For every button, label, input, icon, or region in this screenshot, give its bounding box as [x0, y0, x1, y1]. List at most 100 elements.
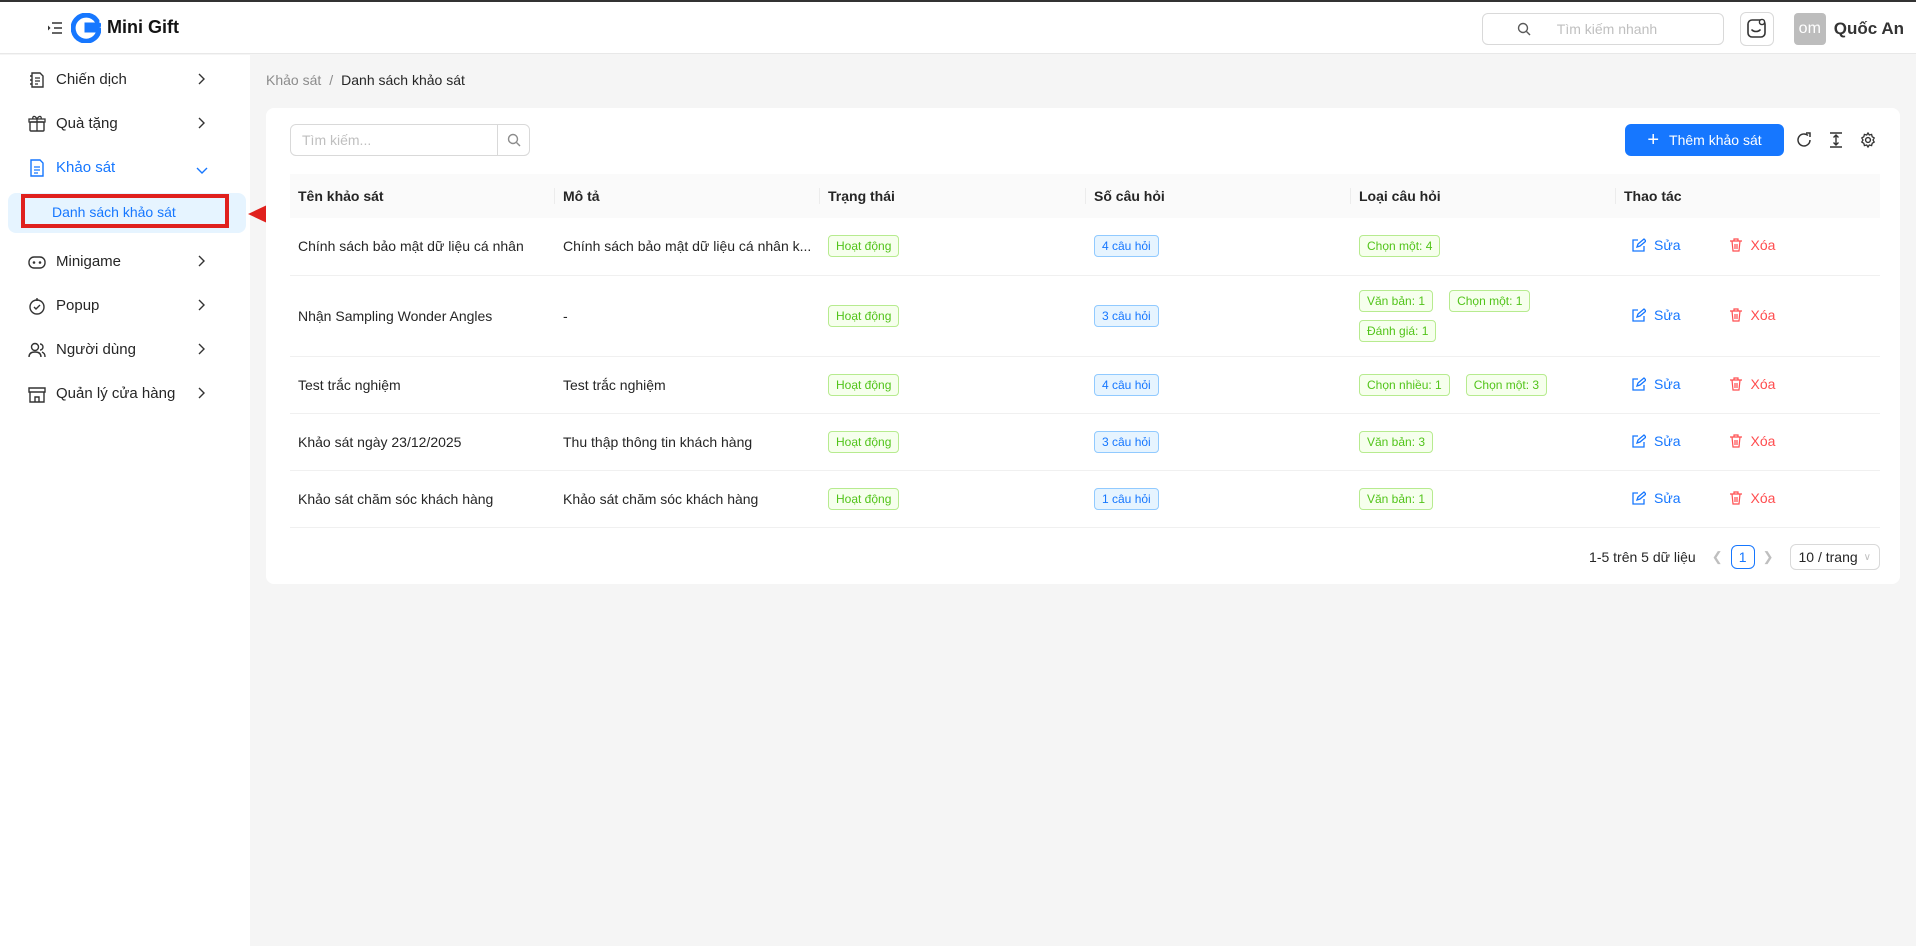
reload-icon[interactable] [1794, 130, 1814, 150]
column-height-icon[interactable] [1826, 130, 1846, 150]
edit-button[interactable]: Sửa [1632, 376, 1681, 392]
edit-button[interactable]: Sửa [1632, 307, 1681, 323]
settings-gear-icon[interactable] [1858, 130, 1878, 150]
cell-question-types: Văn bản: 1 Chọn một: 1 Đánh giá: 1 [1351, 275, 1616, 357]
cell-survey-name: Nhận Sampling Wonder Angles [290, 275, 555, 357]
question-count-badge: 4 câu hỏi [1094, 235, 1159, 258]
question-count-badge: 3 câu hỏi [1094, 304, 1159, 327]
cell-survey-name: Khảo sát chăm sóc khách hàng [290, 470, 555, 528]
delete-button[interactable]: Xóa [1729, 237, 1776, 254]
page-size-value: 10 / trang [1798, 549, 1858, 565]
sidebar-item-label: Người dùng [56, 340, 136, 358]
delete-button[interactable]: Xóa [1729, 432, 1776, 449]
question-type-tag: Chọn một: 4 [1359, 235, 1441, 258]
question-count-badge: 3 câu hỏi [1094, 430, 1159, 453]
survey-icon [28, 159, 46, 177]
delete-label: Xóa [1750, 432, 1776, 449]
prev-page-icon[interactable]: ❮ [1712, 549, 1723, 565]
notification-button[interactable] [1739, 12, 1774, 46]
chevron-right-icon [196, 342, 206, 358]
delete-icon [1729, 307, 1742, 322]
edit-icon [1632, 307, 1646, 322]
quick-search-box[interactable] [1481, 13, 1724, 45]
cell-question-count: 4 câu hỏi [1086, 218, 1351, 276]
survey-list-card: + Thêm khảo sát Tên khảo sát Mô tả Trạng… [266, 108, 1900, 584]
brand-logo-icon [70, 12, 102, 44]
cell-actions: Sửa Xóa [1616, 218, 1880, 276]
cell-question-types: Văn bản: 3 [1351, 413, 1616, 471]
delete-button[interactable]: Xóa [1729, 375, 1776, 392]
page-size-select[interactable]: 10 / trang ∨ [1789, 544, 1880, 570]
cell-status: Hoạt động [820, 470, 1086, 528]
column-header-actions: Thao tác [1616, 174, 1880, 218]
question-type-tags: Văn bản: 1 Chọn một: 1 Đánh giá: 1 [1359, 289, 1599, 342]
table-search-button[interactable] [498, 124, 530, 156]
username[interactable]: Quốc An [1834, 19, 1904, 39]
cell-actions: Sửa Xóa [1616, 356, 1880, 414]
edit-button[interactable]: Sửa [1632, 237, 1681, 253]
description-text: - [563, 307, 568, 324]
status-badge: Hoạt động [828, 304, 900, 327]
sidebar-item-label: Quản lý cửa hàng [56, 384, 176, 402]
delete-label: Xóa [1750, 237, 1776, 254]
delete-button[interactable]: Xóa [1729, 490, 1775, 506]
cell-question-types: Chọn nhiều: 1 Chọn một: 3 [1351, 356, 1616, 414]
sidebar-item-store[interactable]: Quản lý cửa hàng [0, 373, 230, 413]
menu-fold-icon[interactable] [47, 20, 63, 36]
sidebar-item-label: Khảo sát [56, 158, 116, 176]
add-survey-label: Thêm khảo sát [1669, 132, 1762, 148]
sidebar-item-label: Quà tặng [56, 114, 118, 132]
cell-status: Hoạt động [820, 356, 1086, 414]
delete-label: Xóa [1750, 375, 1776, 392]
breadcrumb-parent[interactable]: Khảo sát [266, 72, 321, 88]
search-icon [1517, 22, 1531, 39]
sidebar-item-label: Chiến dịch [56, 70, 127, 88]
popup-icon [28, 297, 46, 315]
column-header-description: Mô tả [555, 174, 820, 218]
cell-survey-name: Test trắc nghiệm [290, 356, 555, 414]
question-type-tag: Chọn một: 3 [1465, 373, 1548, 396]
edit-icon [1632, 490, 1646, 505]
annotation-highlight-box [21, 194, 229, 228]
edit-button[interactable]: Sửa [1632, 433, 1681, 449]
column-header-question-types: Loại câu hỏi [1351, 174, 1616, 218]
sidebar-item-survey[interactable]: Khảo sát [0, 147, 230, 187]
status-badge: Hoạt động [828, 430, 900, 453]
sidebar-item-label: Popup [56, 296, 100, 314]
next-page-icon[interactable]: ❯ [1763, 549, 1774, 565]
question-type-tags: Văn bản: 3 [1359, 430, 1599, 453]
chevron-down-icon: ∨ [1863, 551, 1871, 563]
table-row: Test trắc nghiệm Test trắc nghiệm Hoạt độn… [290, 356, 1880, 414]
question-count-badge: 1 câu hỏi [1094, 487, 1159, 510]
delete-button[interactable]: Xóa [1729, 307, 1775, 323]
add-survey-button[interactable]: + Thêm khảo sát [1625, 124, 1784, 156]
page-number-current[interactable]: 1 [1730, 545, 1755, 569]
question-type-tag: Văn bản: 1 [1359, 487, 1434, 510]
store-icon [28, 385, 46, 403]
column-header-status: Trạng thái [820, 174, 1086, 218]
table-row: Chính sách bảo mật dữ liệu cá nhân Chính … [290, 218, 1880, 276]
cell-question-count: 4 câu hỏi [1086, 356, 1351, 414]
gamepad-icon [28, 253, 46, 271]
column-header-question-count: Số câu hỏi [1086, 174, 1351, 218]
breadcrumb-separator: / [329, 72, 334, 88]
edit-button[interactable]: Sửa [1632, 490, 1681, 506]
sidebar-item-gift[interactable]: Quà tặng [0, 103, 230, 143]
quick-search-input[interactable] [1556, 21, 1707, 37]
edit-label: Sửa [1654, 306, 1681, 323]
question-type-tag: Chọn nhiều: 1 [1359, 373, 1450, 396]
cell-question-count: 3 câu hỏi [1086, 413, 1351, 471]
cell-question-types: Chọn một: 4 [1351, 218, 1616, 276]
sidebar-item-minigame[interactable]: Minigame [0, 241, 230, 281]
chevron-right-icon [196, 254, 206, 270]
sidebar-item-popup[interactable]: Popup [0, 285, 230, 325]
question-type-tag: Văn bản: 1 [1359, 289, 1434, 312]
notification-icon [1746, 17, 1768, 42]
question-type-tags: Chọn một: 4 [1359, 235, 1599, 258]
sidebar-item-users[interactable]: Người dùng [0, 329, 230, 369]
sidebar-item-campaign[interactable]: Chiến dịch [0, 59, 230, 99]
delete-icon [1729, 490, 1742, 505]
table-search-input[interactable] [290, 124, 498, 156]
avatar[interactable]: om [1793, 13, 1826, 45]
status-badge: Hoạt động [828, 235, 900, 258]
